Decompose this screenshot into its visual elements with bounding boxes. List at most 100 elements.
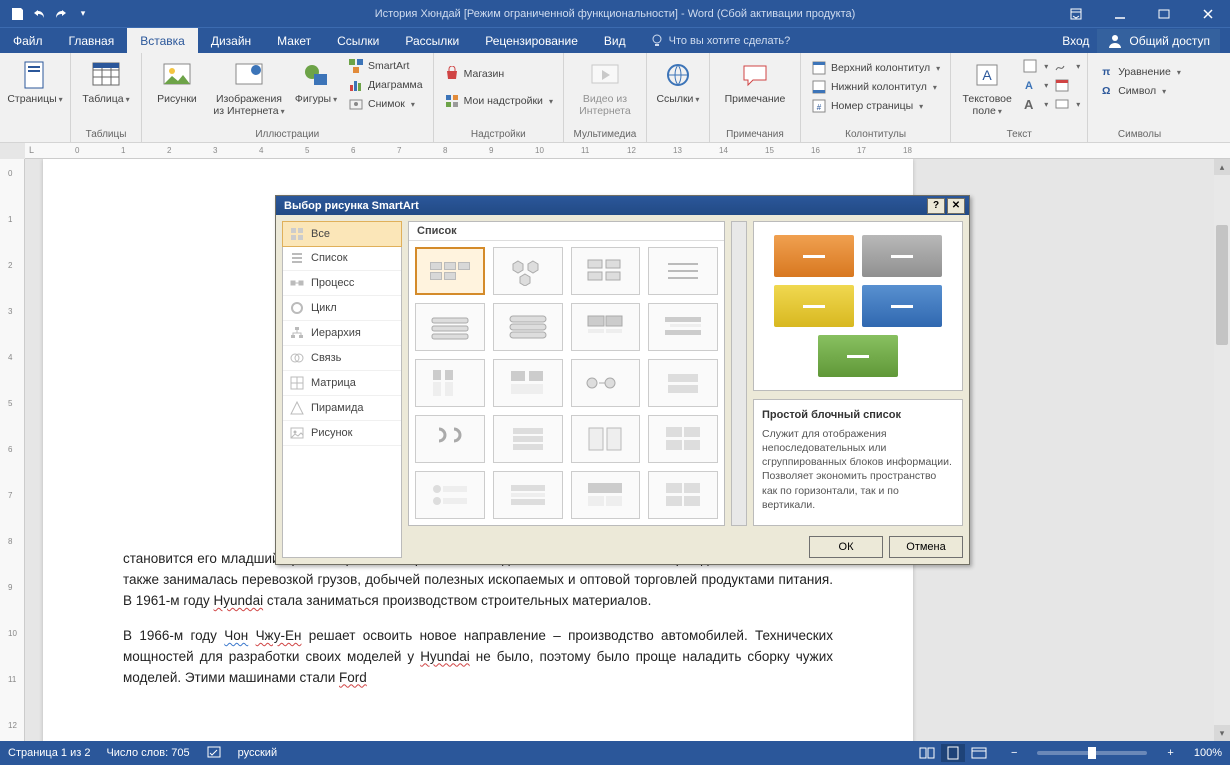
view-print-layout[interactable] [941, 744, 965, 762]
group-label-text: Текст [1007, 129, 1032, 142]
maximize-button[interactable] [1142, 0, 1186, 27]
layout-item[interactable] [648, 303, 718, 351]
zoom-out-button[interactable]: − [1007, 747, 1021, 759]
tab-view[interactable]: Вид [591, 28, 639, 53]
category-all[interactable]: Все [282, 221, 402, 247]
my-addins-button[interactable]: Мои надстройки▾ [440, 92, 557, 110]
redo-icon[interactable] [50, 3, 72, 25]
qat-dropdown-icon[interactable]: ▾ [72, 3, 94, 25]
layout-item[interactable] [415, 471, 485, 519]
category-relationship[interactable]: Связь [283, 346, 401, 371]
signature-button[interactable]: ▾ [1053, 57, 1081, 75]
layout-item[interactable] [415, 415, 485, 463]
undo-icon[interactable] [28, 3, 50, 25]
dialog-title-bar[interactable]: Выбор рисунка SmartArt ? ✕ [276, 196, 969, 215]
group-label-headerfooter: Колонтитулы [845, 129, 906, 142]
view-read-mode[interactable] [915, 744, 939, 762]
tab-design[interactable]: Дизайн [198, 28, 264, 53]
tab-home[interactable]: Главная [56, 28, 128, 53]
group-label-illustrations: Иллюстрации [255, 129, 319, 142]
layout-item[interactable] [571, 247, 641, 295]
quick-parts-button[interactable]: ▾ [1021, 57, 1049, 75]
category-picture[interactable]: Рисунок [283, 421, 401, 446]
drop-cap-button[interactable]: A▾ [1021, 95, 1049, 113]
dialog-cancel-button[interactable]: Отмена [889, 536, 963, 558]
zoom-in-button[interactable]: + [1163, 747, 1177, 759]
tab-file[interactable]: Файл [0, 28, 56, 53]
layout-item[interactable] [571, 415, 641, 463]
tab-mailings[interactable]: Рассылки [392, 28, 472, 53]
links-button[interactable]: Ссылки▾ [653, 57, 703, 107]
share-button[interactable]: Общий доступ [1097, 29, 1220, 53]
smartart-dialog: Выбор рисунка SmartArt ? ✕ Все Список Пр… [275, 195, 970, 565]
login-link[interactable]: Вход [1062, 34, 1089, 48]
layout-item[interactable] [648, 359, 718, 407]
tab-references[interactable]: Ссылки [324, 28, 392, 53]
chart-button[interactable]: Диаграмма [344, 76, 427, 94]
layout-item[interactable] [415, 359, 485, 407]
status-proofing-icon[interactable] [206, 744, 222, 763]
dialog-help-button[interactable]: ? [927, 198, 945, 214]
svg-text:#: # [817, 103, 822, 112]
store-button[interactable]: Магазин [440, 65, 557, 83]
online-pictures-button[interactable]: Изображения из Интернета▾ [210, 57, 288, 119]
category-list[interactable]: Список [283, 246, 401, 271]
layout-item[interactable] [415, 247, 485, 295]
symbol-button[interactable]: ΩСимвол▾ [1094, 82, 1185, 100]
shapes-button[interactable]: Фигуры▾ [292, 57, 340, 107]
text-box-button[interactable]: AТекстовое поле▾ [957, 57, 1017, 119]
layout-item[interactable] [493, 247, 563, 295]
vertical-scrollbar[interactable]: ▴ ▾ [1214, 159, 1230, 741]
category-cycle[interactable]: Цикл [283, 296, 401, 321]
category-process[interactable]: Процесс [283, 271, 401, 296]
status-page[interactable]: Страница 1 из 2 [8, 747, 90, 759]
object-button[interactable]: ▾ [1053, 95, 1081, 113]
pictures-button[interactable]: Рисунки [148, 57, 206, 107]
layout-item[interactable] [571, 471, 641, 519]
wordart-button[interactable]: A▾ [1021, 76, 1049, 94]
ruler-vertical[interactable]: 0123456789101112 [0, 159, 25, 741]
layout-item[interactable] [648, 247, 718, 295]
dialog-layout-grid [409, 241, 724, 525]
tab-layout[interactable]: Макет [264, 28, 324, 53]
pages-button[interactable]: Страницы▾ [6, 57, 64, 107]
layout-item[interactable] [493, 415, 563, 463]
minimize-button[interactable] [1098, 0, 1142, 27]
dialog-close-button[interactable]: ✕ [947, 198, 965, 214]
paragraph-2[interactable]: В 1966-м году Чон Чжу-Ен решает освоить … [123, 626, 833, 689]
status-word-count[interactable]: Число слов: 705 [106, 747, 189, 759]
zoom-level[interactable]: 100% [1194, 747, 1222, 759]
date-time-button[interactable] [1053, 76, 1081, 94]
layout-item[interactable] [648, 471, 718, 519]
category-pyramid[interactable]: Пирамида [283, 396, 401, 421]
ruler-horizontal[interactable]: L 0123456789101112131415161718 [25, 143, 1230, 159]
layout-item[interactable] [415, 303, 485, 351]
status-language[interactable]: русский [238, 747, 277, 759]
tab-insert[interactable]: Вставка [127, 28, 198, 53]
layout-item[interactable] [493, 471, 563, 519]
tell-me-search[interactable]: Что вы хотите сделать? [649, 28, 791, 53]
category-matrix[interactable]: Матрица [283, 371, 401, 396]
ribbon-options-icon[interactable] [1054, 0, 1098, 27]
save-icon[interactable] [6, 3, 28, 25]
layout-item[interactable] [648, 415, 718, 463]
dialog-ok-button[interactable]: ОК [809, 536, 883, 558]
zoom-slider[interactable] [1037, 751, 1147, 755]
tab-review[interactable]: Рецензирование [472, 28, 591, 53]
screenshot-button[interactable]: Снимок▾ [344, 95, 427, 113]
comment-button[interactable]: Примечание [716, 57, 794, 107]
equation-button[interactable]: πУравнение▾ [1094, 63, 1185, 81]
close-button[interactable] [1186, 0, 1230, 27]
layout-item[interactable] [571, 359, 641, 407]
footer-button[interactable]: Нижний колонтитул▾ [807, 78, 944, 96]
header-button[interactable]: Верхний колонтитул▾ [807, 59, 944, 77]
category-hierarchy[interactable]: Иерархия [283, 321, 401, 346]
layout-item[interactable] [493, 359, 563, 407]
layout-item[interactable] [571, 303, 641, 351]
view-web-layout[interactable] [967, 744, 991, 762]
dialog-grid-scrollbar[interactable] [731, 221, 747, 526]
smartart-button[interactable]: SmartArt [344, 57, 427, 75]
layout-item[interactable] [493, 303, 563, 351]
table-button[interactable]: Таблица▾ [77, 57, 135, 107]
page-number-button[interactable]: #Номер страницы▾ [807, 97, 944, 115]
